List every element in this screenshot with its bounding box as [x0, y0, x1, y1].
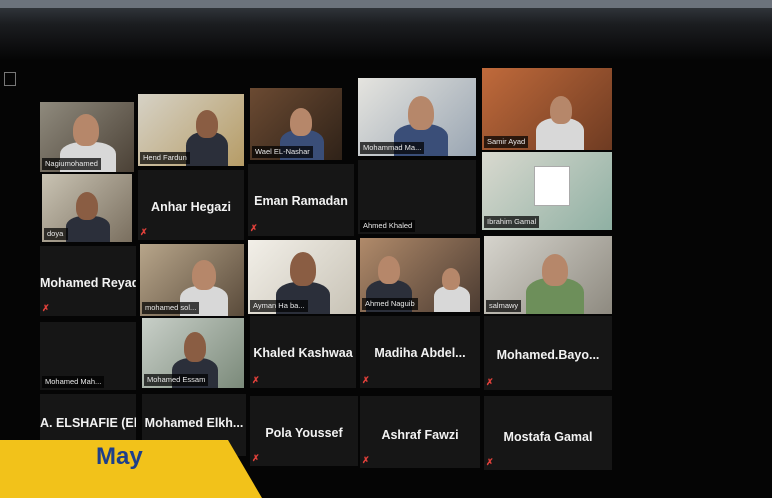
- participant-name: Mohamed Elkh...: [144, 416, 244, 430]
- participant-tile[interactable]: Ashraf Fawzi ✗: [360, 396, 480, 468]
- participant-name: Ayman Ha ba...: [250, 300, 308, 312]
- participant-tile[interactable]: Nagiumohamed: [40, 102, 134, 172]
- participant-tile[interactable]: Ahmed Khaled: [358, 160, 476, 234]
- participant-name: A. ELSHAFIE (El...: [40, 416, 136, 430]
- muted-mic-icon: ✗: [486, 457, 494, 467]
- participant-tile[interactable]: Ahmed Naguib: [360, 238, 480, 312]
- muted-mic-icon: ✗: [362, 375, 370, 385]
- participant-tile[interactable]: Khaled Kashwaa ✗: [250, 316, 356, 388]
- participant-name: ‬doya ‬: [44, 228, 69, 240]
- participant-tile[interactable]: Ayman Ha ba...: [248, 240, 356, 314]
- participant-name: Eman Ramadan: [254, 194, 348, 208]
- muted-mic-icon: ✗: [252, 375, 260, 385]
- participant-name: Hend Fardun: [140, 152, 190, 164]
- whiteboard-in-background: [534, 166, 570, 206]
- participant-tile[interactable]: Wael EL-Nashar: [250, 88, 342, 160]
- participant-tile[interactable]: Mostafa Gamal ✗: [484, 396, 612, 470]
- participant-name: Nagiumohamed: [42, 158, 101, 170]
- participant-name: Ibrahim Gamal: [484, 216, 540, 228]
- participant-tile[interactable]: ‬doya ‬: [42, 174, 132, 242]
- participant-name: Madiha Abdel...: [374, 346, 466, 360]
- participant-tile[interactable]: Hend Fardun: [138, 94, 244, 166]
- participant-name: Ashraf Fawzi: [381, 428, 459, 442]
- participant-tile[interactable]: Mohamed.Bayo... ✗: [484, 316, 612, 390]
- participant-name: Mohamed Reyad: [40, 276, 136, 290]
- participant-tile[interactable]: Eman Ramadan ✗: [248, 164, 354, 236]
- participant-name: Mohamed Mah...: [42, 376, 105, 388]
- participant-tile[interactable]: Mohammad Ma...: [358, 78, 476, 156]
- participant-name: Khaled Kashwaa: [253, 346, 353, 360]
- participant-name: Mostafa Gamal: [503, 430, 593, 444]
- gallery-view: Nagiumohamed Hend Fardun Wael EL-Nashar …: [0, 0, 772, 498]
- participant-name: Ahmed Naguib: [362, 298, 418, 310]
- participant-tile[interactable]: Pola Youssef ✗: [250, 396, 358, 466]
- participant-name: Mohamed Essam: [144, 374, 209, 386]
- participant-name: Mohamed.Bayo...: [496, 348, 600, 362]
- participant-tile[interactable]: Mohamed Reyad ✗: [40, 246, 136, 316]
- participant-name: Ahmed Khaled: [360, 220, 416, 232]
- participant-tile[interactable]: Anhar Hegazi ✗: [138, 170, 244, 240]
- muted-mic-icon: ✗: [362, 455, 370, 465]
- banner-label: May: [96, 443, 143, 470]
- participant-name: Mohammad Ma...: [360, 142, 425, 154]
- participant-name: Samir Ayad: [484, 136, 529, 148]
- participant-tile[interactable]: Samir Ayad: [482, 68, 612, 150]
- participant-tile[interactable]: Madiha Abdel... ✗: [360, 316, 480, 388]
- muted-mic-icon: ✗: [486, 377, 494, 387]
- participant-tile[interactable]: Mohamed Mah...: [40, 322, 136, 390]
- participant-tile[interactable]: salmawy: [484, 236, 612, 314]
- participant-tile[interactable]: Mohamed Essam: [142, 318, 244, 388]
- participant-name: Anhar Hegazi: [151, 200, 231, 214]
- participant-name: Pola Youssef: [265, 426, 343, 440]
- participant-tile[interactable]: Ibrahim Gamal: [482, 152, 612, 230]
- muted-mic-icon: ✗: [250, 223, 258, 233]
- participant-name: mohamed sol...: [142, 302, 200, 314]
- muted-mic-icon: ✗: [42, 303, 50, 313]
- participant-name: Wael EL-Nashar: [252, 146, 313, 158]
- participant-tile[interactable]: mohamed sol...: [140, 244, 244, 316]
- participant-name: salmawy: [486, 300, 522, 312]
- muted-mic-icon: ✗: [140, 227, 148, 237]
